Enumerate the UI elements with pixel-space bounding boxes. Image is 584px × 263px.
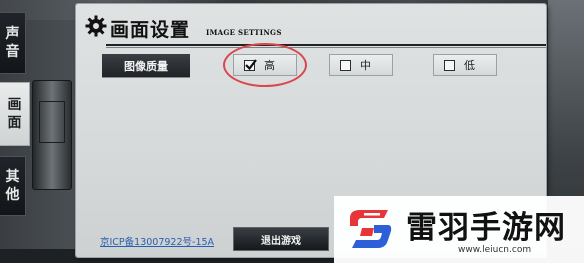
tab-sound-char-1: 声音: [6, 25, 20, 61]
watermark-url: www.leiucn.com: [458, 245, 532, 255]
watermark: 雷羽手游网 www.leiucn.com: [334, 196, 584, 263]
tab-picture-char-1: 画面: [8, 96, 22, 132]
checkbox-high[interactable]: [244, 58, 257, 71]
panel-title: 画面设置: [110, 19, 191, 41]
icp-license-link[interactable]: 京ICP备13007922号-15A: [100, 234, 214, 248]
tab-picture[interactable]: 画面: [0, 82, 30, 146]
checkbox-medium[interactable]: [340, 59, 351, 71]
panel-header: 画面设置 IMAGE SETTINGS: [76, 4, 546, 48]
header-divider: [106, 44, 546, 48]
tab-sound[interactable]: 声音: [0, 12, 26, 74]
watermark-title: 雷羽手游网: [406, 210, 566, 246]
exit-game-button[interactable]: 退出游戏: [234, 228, 328, 250]
tab-char: 其: [5, 169, 20, 185]
tab-char: 音: [5, 44, 20, 60]
checkmark-icon: [245, 58, 257, 70]
image-quality-label: 图像质量: [102, 54, 190, 77]
quality-option-high[interactable]: 高: [233, 54, 297, 76]
panel-subtitle: IMAGE SETTINGS: [206, 28, 282, 37]
gear-icon: [85, 15, 107, 37]
site-logo-icon: [350, 210, 392, 248]
quality-option-medium-label: 中: [360, 59, 371, 72]
tab-char: 声: [5, 26, 20, 42]
tab-char: 面: [7, 115, 22, 131]
quality-option-medium[interactable]: 中: [329, 54, 393, 76]
quality-option-low-label: 低: [464, 59, 475, 72]
device-silhouette: [32, 80, 72, 190]
checkbox-low[interactable]: [444, 59, 455, 71]
tab-char: 画: [7, 97, 22, 113]
tab-char: 他: [5, 187, 20, 203]
quality-option-low[interactable]: 低: [433, 54, 497, 76]
tab-other-char-1: 其他: [6, 168, 20, 204]
quality-option-high-label: 高: [264, 59, 275, 72]
tab-other[interactable]: 其他: [0, 156, 26, 216]
